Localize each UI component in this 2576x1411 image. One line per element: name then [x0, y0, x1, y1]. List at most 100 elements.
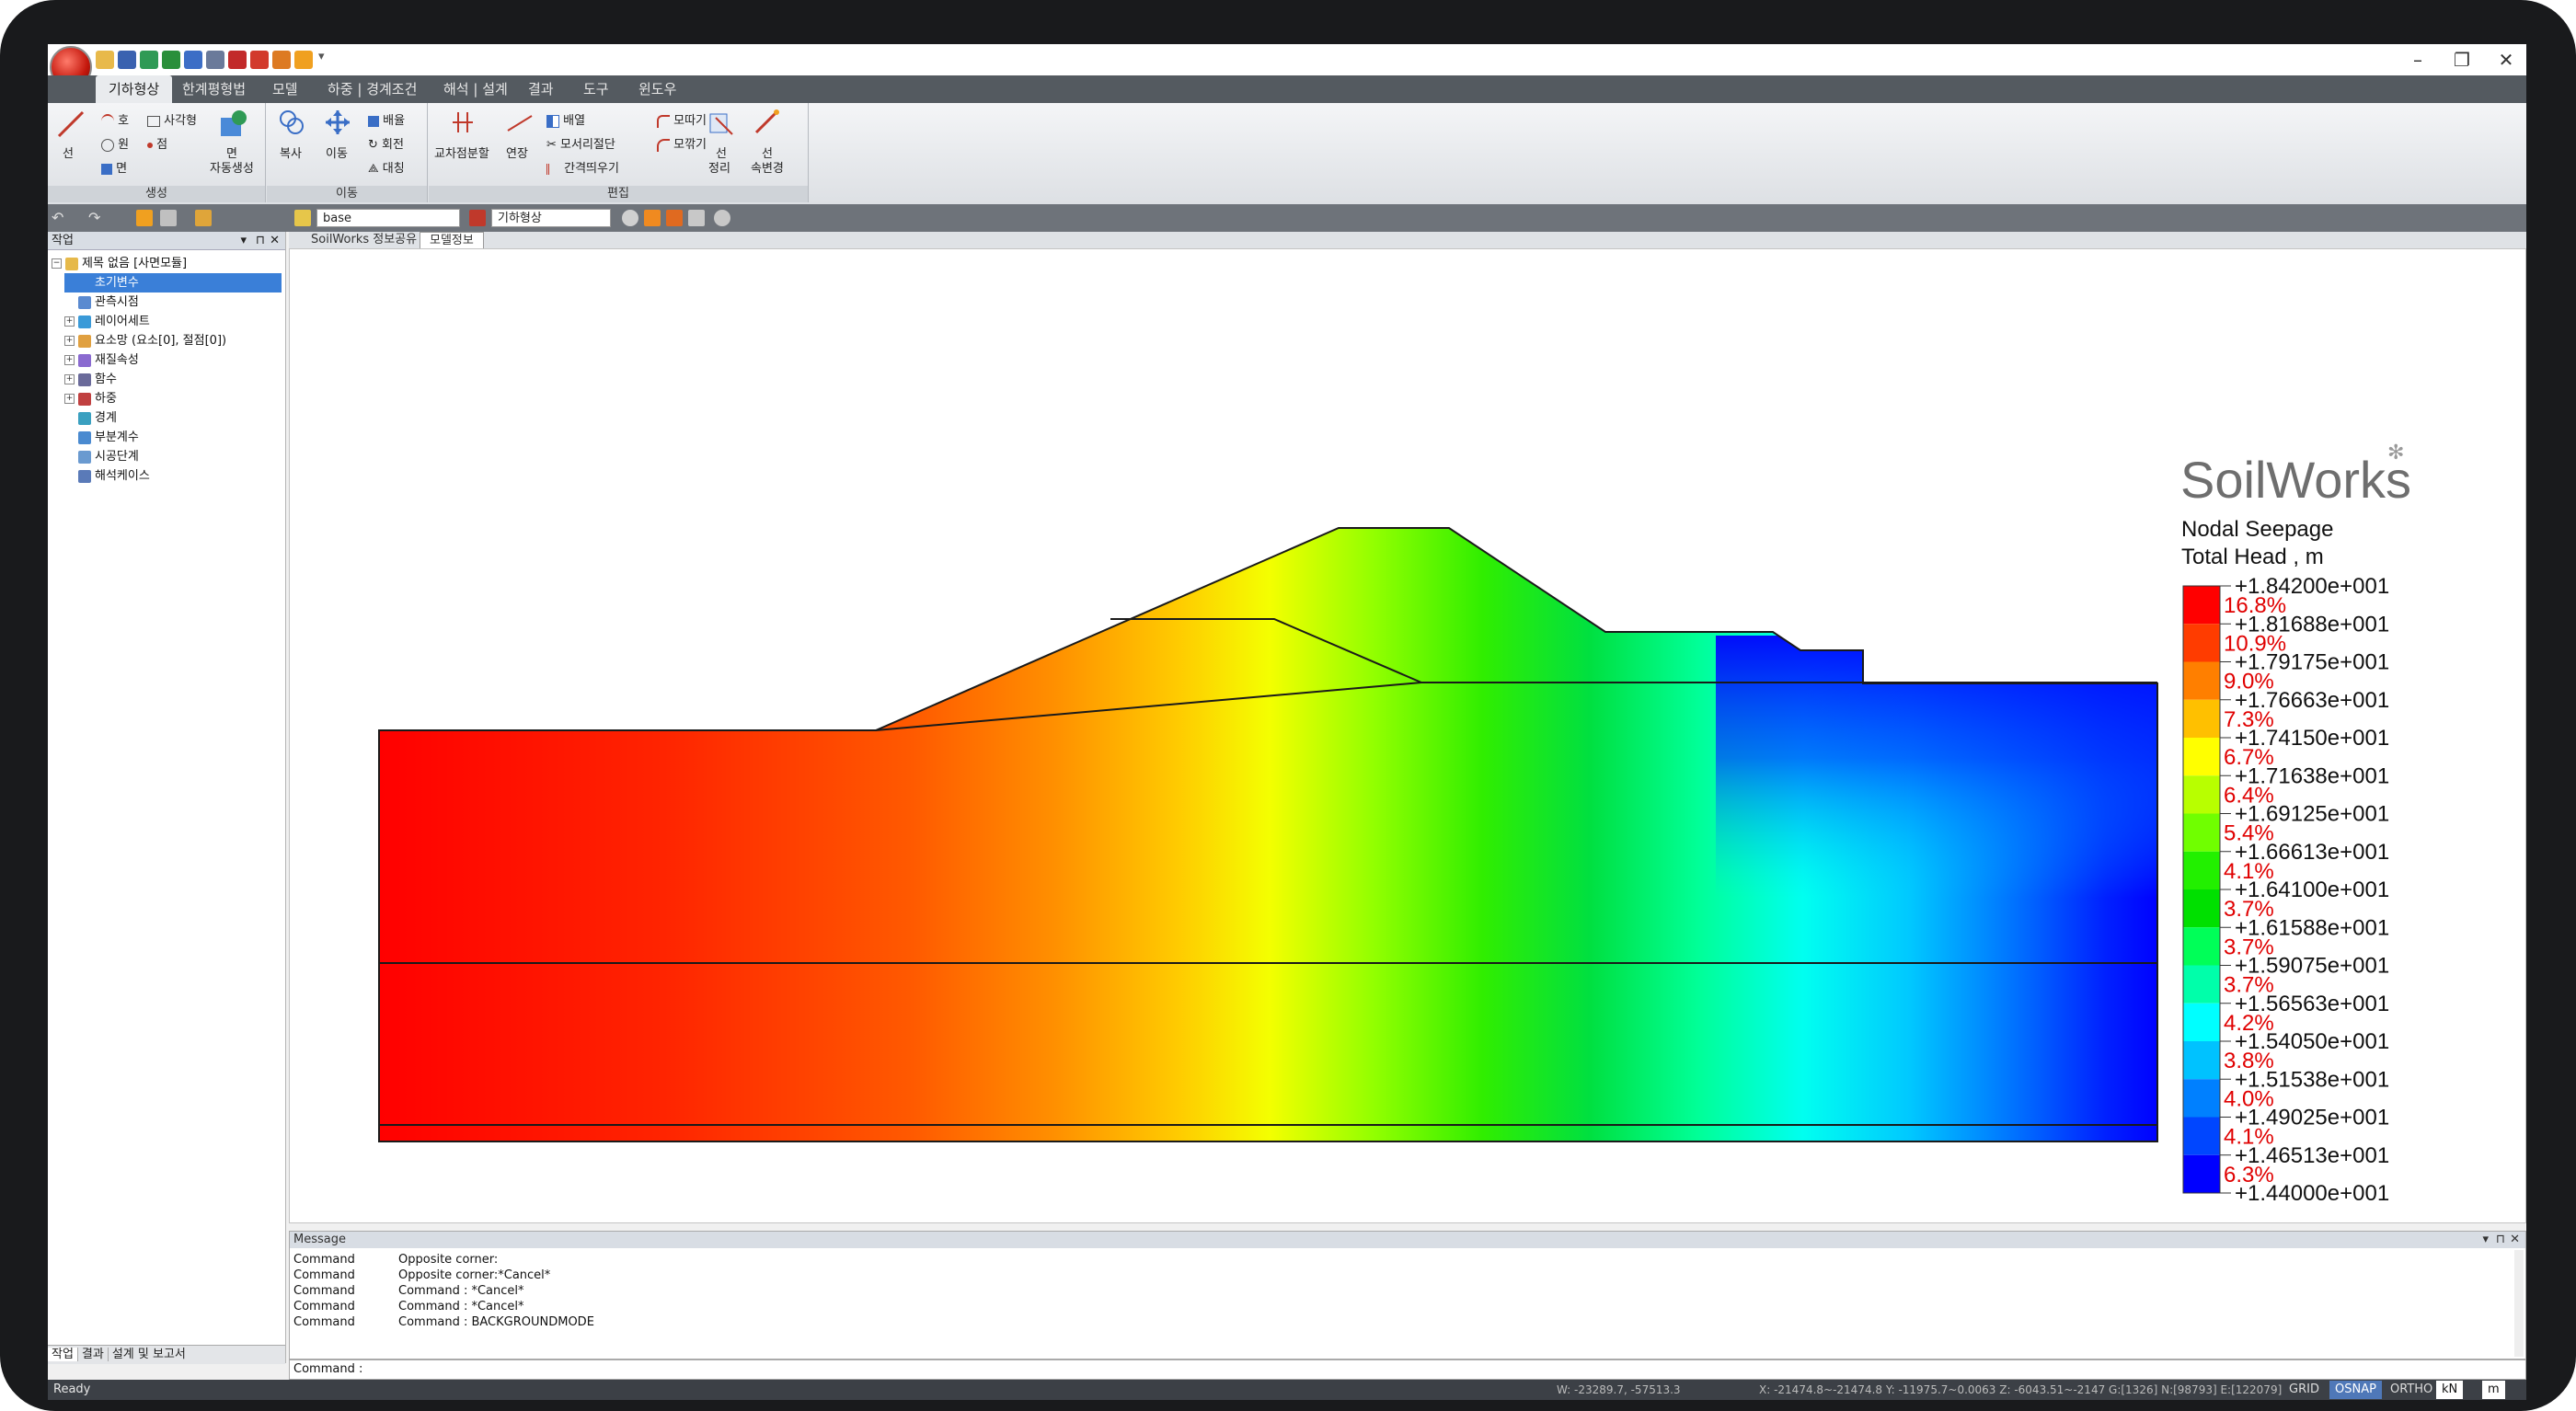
tab-limit-equilibrium[interactable]: 한계평형법: [169, 75, 259, 103]
panel-close-icon[interactable]: ✕: [270, 232, 280, 250]
report-icon[interactable]: [228, 51, 247, 69]
rotate-button[interactable]: ↻ 회전: [368, 134, 404, 152]
tree-item[interactable]: 경계: [64, 408, 282, 428]
copy-button[interactable]: 복사: [280, 143, 302, 161]
intersect-icon[interactable]: [449, 109, 477, 136]
copy-icon[interactable]: [278, 109, 305, 136]
move-button[interactable]: 이동: [326, 143, 348, 161]
tree-item[interactable]: + 함수: [64, 370, 282, 389]
tree-item[interactable]: 시공단계: [64, 447, 282, 466]
tab-design-report[interactable]: 설계 및 보고서: [109, 1348, 190, 1361]
collapse-icon[interactable]: −: [52, 258, 62, 269]
ortho-toggle[interactable]: ORTHO: [2385, 1381, 2438, 1399]
add-icon[interactable]: [294, 51, 313, 69]
qat-dropdown-icon[interactable]: ▾: [318, 50, 325, 63]
array-button[interactable]: 배열: [546, 110, 585, 128]
grid-icon[interactable]: [250, 51, 269, 69]
model-viewport[interactable]: SoilWorks ✻ Nodal Seepage Total Head , m…: [289, 248, 2526, 1223]
line-change-icon[interactable]: [753, 109, 780, 136]
settings-icon[interactable]: [622, 210, 638, 226]
layout-icon[interactable]: [272, 51, 291, 69]
tab-tools[interactable]: 도구: [570, 75, 622, 103]
layer-combo[interactable]: base: [316, 209, 460, 227]
chamfer-button[interactable]: 모따기: [657, 110, 707, 128]
tree-item[interactable]: 해석케이스: [64, 466, 282, 486]
line-clean-label-2[interactable]: 정리: [708, 158, 730, 176]
tab-analysis-design[interactable]: 해석 | 설계: [431, 75, 521, 103]
expand-icon[interactable]: +: [64, 336, 75, 346]
tab-works[interactable]: 작업: [48, 1348, 78, 1361]
curve-icon[interactable]: [162, 51, 180, 69]
restore-icon[interactable]: ❐: [2444, 46, 2480, 74]
offset-button[interactable]: 간격띄우기: [546, 158, 619, 176]
fillet-button[interactable]: 모깎기: [657, 134, 707, 152]
redo-icon[interactable]: ↷: [88, 210, 105, 226]
expand-icon[interactable]: +: [64, 394, 75, 404]
select-icon[interactable]: [136, 210, 153, 226]
face-button[interactable]: 면: [101, 158, 127, 176]
mirror-button[interactable]: ⟁ 대칭: [368, 158, 405, 176]
tab-result[interactable]: 결과: [515, 75, 567, 103]
arc-button[interactable]: 호: [101, 110, 129, 129]
tab-geometry[interactable]: 기하형상: [96, 75, 173, 103]
expand-icon[interactable]: +: [64, 374, 75, 384]
tree-item[interactable]: + 레이어세트: [64, 312, 282, 331]
tree-item[interactable]: 관측시점: [64, 293, 282, 312]
extend-button[interactable]: 연장: [506, 143, 528, 161]
geometry-combo[interactable]: 기하형상: [491, 209, 611, 227]
message-menu-icon[interactable]: ▾: [2482, 1232, 2489, 1248]
lock-icon[interactable]: [160, 210, 177, 226]
tree-item[interactable]: 부분계수: [64, 428, 282, 447]
extend-icon[interactable]: [506, 109, 534, 136]
expand-icon[interactable]: +: [64, 316, 75, 327]
filter-icon[interactable]: [195, 210, 212, 226]
tab-load-boundary[interactable]: 하중 | 경계조건: [315, 75, 430, 103]
save-icon[interactable]: [118, 51, 136, 69]
intersect-button[interactable]: 교차점분할: [434, 143, 489, 161]
tab-results[interactable]: 결과: [77, 1348, 109, 1361]
snap-icon[interactable]: [644, 210, 661, 226]
tree-item[interactable]: − 제목 없음 [사면모듈]: [52, 254, 282, 273]
line-clean-icon[interactable]: [707, 109, 734, 136]
expand-icon[interactable]: +: [64, 355, 75, 365]
tree-item[interactable]: 초기변수: [64, 273, 282, 293]
open-icon[interactable]: [96, 51, 114, 69]
line-icon[interactable]: [55, 109, 86, 140]
message-scrollbar[interactable]: [2514, 1250, 2524, 1357]
tab-model-info[interactable]: 모델정보: [420, 232, 484, 249]
pan-icon[interactable]: [688, 210, 705, 226]
move-icon[interactable]: [324, 109, 351, 136]
minimize-icon[interactable]: –: [2399, 46, 2436, 74]
tab-model[interactable]: 모델: [259, 75, 311, 103]
command-line[interactable]: Command :: [289, 1359, 2526, 1380]
tree-item[interactable]: + 하중: [64, 389, 282, 408]
grid-toggle[interactable]: GRID: [2283, 1381, 2325, 1399]
message-close-icon[interactable]: ✕: [2510, 1232, 2520, 1248]
tree-item[interactable]: + 요소망 (요소[0], 절점[0]): [64, 331, 282, 350]
auto-face-label-2[interactable]: 자동생성: [210, 158, 254, 176]
message-pin-icon[interactable]: ⊓: [2496, 1232, 2505, 1248]
unit-length-select[interactable]: m: [2482, 1381, 2505, 1399]
tree-item[interactable]: + 재질속성: [64, 350, 282, 370]
osnap-toggle[interactable]: OSNAP: [2329, 1381, 2382, 1399]
tab-soilworks-info[interactable]: SoilWorks 정보공유: [302, 232, 426, 248]
pin-icon[interactable]: ⊓: [256, 232, 265, 250]
line-button[interactable]: 선: [63, 143, 74, 161]
close-icon[interactable]: ✕: [2488, 46, 2524, 74]
scale-button[interactable]: 배율: [368, 110, 405, 128]
rect-button[interactable]: 사각형: [147, 110, 197, 128]
zoom-icon[interactable]: [666, 210, 683, 226]
panel-menu-icon[interactable]: ▾: [240, 232, 247, 250]
point-button[interactable]: 점: [147, 134, 167, 152]
tab-window[interactable]: 윈도우: [626, 75, 689, 103]
unit-force-select[interactable]: kN: [2436, 1381, 2464, 1399]
trim-button[interactable]: ✂ 모서리절단: [546, 134, 615, 152]
line-change-label-2[interactable]: 속변경: [751, 158, 784, 176]
edit-icon[interactable]: [184, 51, 202, 69]
table-icon[interactable]: [206, 51, 224, 69]
view-icon[interactable]: [714, 210, 730, 226]
chart-icon[interactable]: [140, 51, 158, 69]
auto-face-icon[interactable]: [217, 109, 248, 140]
undo-icon[interactable]: ↶: [52, 210, 68, 226]
circle-button[interactable]: 원: [101, 134, 129, 152]
